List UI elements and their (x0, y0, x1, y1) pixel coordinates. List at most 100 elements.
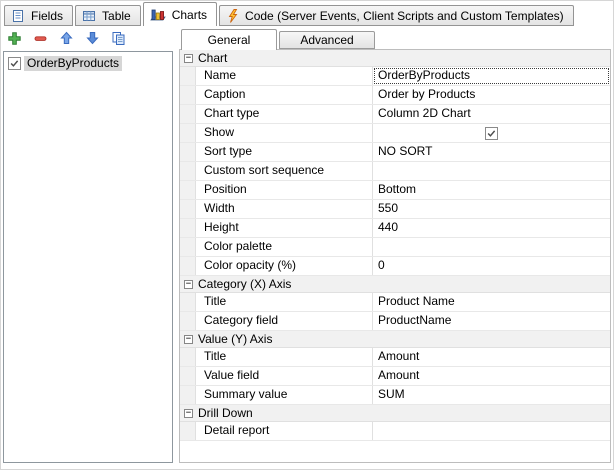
property-value[interactable]: Product Name (373, 293, 610, 311)
tab-label: Code (Server Events, Client Scripts and … (245, 9, 564, 23)
property-row: Custom sort sequence (180, 162, 610, 181)
property-row: CaptionOrder by Products (180, 86, 610, 105)
property-row: Height440 (180, 219, 610, 238)
list-item-label: OrderByProducts (24, 56, 122, 71)
property-label[interactable]: Category field (196, 312, 373, 330)
property-label[interactable]: Color palette (196, 238, 373, 256)
property-label[interactable]: Name (196, 67, 373, 85)
row-gutter (180, 348, 196, 366)
tab-label: Table (102, 9, 131, 23)
row-gutter (180, 181, 196, 199)
row-gutter (180, 200, 196, 218)
property-label[interactable]: Caption (196, 86, 373, 104)
property-value[interactable]: 440 (373, 219, 610, 237)
property-value-cell (373, 124, 610, 142)
section-header[interactable]: −Value (Y) Axis (180, 331, 610, 348)
property-label[interactable]: Height (196, 219, 373, 237)
row-gutter (180, 422, 196, 440)
move-down-icon[interactable] (84, 30, 101, 47)
chart-list[interactable]: OrderByProducts (3, 51, 173, 463)
property-row: NameOrderByProducts (180, 67, 610, 86)
property-row: Detail report (180, 422, 610, 441)
main-tab-bar: Fields Table Charts Code (Server Events,… (4, 2, 576, 26)
property-value[interactable] (373, 162, 610, 180)
property-value[interactable]: Order by Products (373, 86, 610, 104)
tab-advanced[interactable]: Advanced (279, 31, 375, 49)
tab-label: Charts (172, 8, 207, 22)
row-gutter (180, 105, 196, 123)
row-gutter (180, 67, 196, 85)
tab-general[interactable]: General (181, 29, 277, 50)
property-row: TitleProduct Name (180, 293, 610, 312)
move-up-icon[interactable] (58, 30, 75, 47)
property-row: Sort typeNO SORT (180, 143, 610, 162)
tab-table[interactable]: Table (75, 5, 141, 26)
row-gutter (180, 367, 196, 385)
property-row: TitleAmount (180, 348, 610, 367)
row-gutter (180, 312, 196, 330)
property-label[interactable]: Position (196, 181, 373, 199)
property-value[interactable]: SUM (373, 386, 610, 404)
property-label[interactable]: Summary value (196, 386, 373, 404)
show-checkbox[interactable] (485, 127, 498, 140)
collapse-icon[interactable]: − (184, 409, 193, 418)
chart-editor-window: Fields Table Charts Code (Server Events,… (0, 0, 614, 470)
property-value[interactable] (373, 238, 610, 256)
subtab-label: Advanced (300, 33, 353, 47)
property-value[interactable]: Amount (373, 367, 610, 385)
property-row: Color palette (180, 238, 610, 257)
property-row: Show (180, 124, 610, 143)
property-row: Width550 (180, 200, 610, 219)
property-row: Category fieldProductName (180, 312, 610, 331)
section-header[interactable]: −Category (X) Axis (180, 276, 610, 293)
row-gutter (180, 219, 196, 237)
property-label[interactable]: Show (196, 124, 373, 142)
row-gutter (180, 143, 196, 161)
collapse-icon[interactable]: − (184, 280, 193, 289)
row-gutter (180, 386, 196, 404)
chart-list-toolbar (6, 28, 127, 48)
property-row: Value fieldAmount (180, 367, 610, 386)
collapse-icon[interactable]: − (184, 335, 193, 344)
section-title: Drill Down (198, 406, 253, 420)
tab-fields[interactable]: Fields (4, 5, 73, 26)
property-label[interactable]: Title (196, 293, 373, 311)
property-label[interactable]: Value field (196, 367, 373, 385)
tab-code[interactable]: Code (Server Events, Client Scripts and … (219, 5, 574, 26)
property-label[interactable]: Title (196, 348, 373, 366)
property-label[interactable]: Chart type (196, 105, 373, 123)
property-value[interactable] (373, 422, 610, 440)
lightning-icon (226, 9, 239, 23)
section-title: Category (X) Axis (198, 277, 291, 291)
item-checkbox[interactable] (8, 57, 21, 70)
property-value[interactable]: Amount (373, 348, 610, 366)
property-value[interactable]: Bottom (373, 181, 610, 199)
section-header[interactable]: −Drill Down (180, 405, 610, 422)
property-label[interactable]: Custom sort sequence (196, 162, 373, 180)
list-item-orderbyproducts[interactable]: OrderByProducts (4, 54, 172, 72)
property-value[interactable]: NO SORT (373, 143, 610, 161)
property-value[interactable]: OrderByProducts (373, 67, 610, 85)
property-row: Color opacity (%)0 (180, 257, 610, 276)
property-value[interactable]: ProductName (373, 312, 610, 330)
collapse-icon[interactable]: − (184, 54, 193, 63)
property-value[interactable]: Column 2D Chart (373, 105, 610, 123)
copy-icon[interactable] (110, 30, 127, 47)
row-gutter (180, 162, 196, 180)
row-gutter (180, 238, 196, 256)
table-icon (82, 9, 96, 23)
property-row: Chart typeColumn 2D Chart (180, 105, 610, 124)
row-gutter (180, 257, 196, 275)
property-value[interactable]: 550 (373, 200, 610, 218)
property-label[interactable]: Width (196, 200, 373, 218)
property-label[interactable]: Sort type (196, 143, 373, 161)
property-label[interactable]: Detail report (196, 422, 373, 440)
section-header[interactable]: −Chart (180, 50, 610, 67)
property-value[interactable]: 0 (373, 257, 610, 275)
remove-icon[interactable] (32, 30, 49, 47)
property-grid: −ChartNameOrderByProductsCaptionOrder by… (179, 49, 611, 463)
row-gutter (180, 124, 196, 142)
property-label[interactable]: Color opacity (%) (196, 257, 373, 275)
add-icon[interactable] (6, 30, 23, 47)
tab-charts[interactable]: Charts (143, 2, 217, 26)
